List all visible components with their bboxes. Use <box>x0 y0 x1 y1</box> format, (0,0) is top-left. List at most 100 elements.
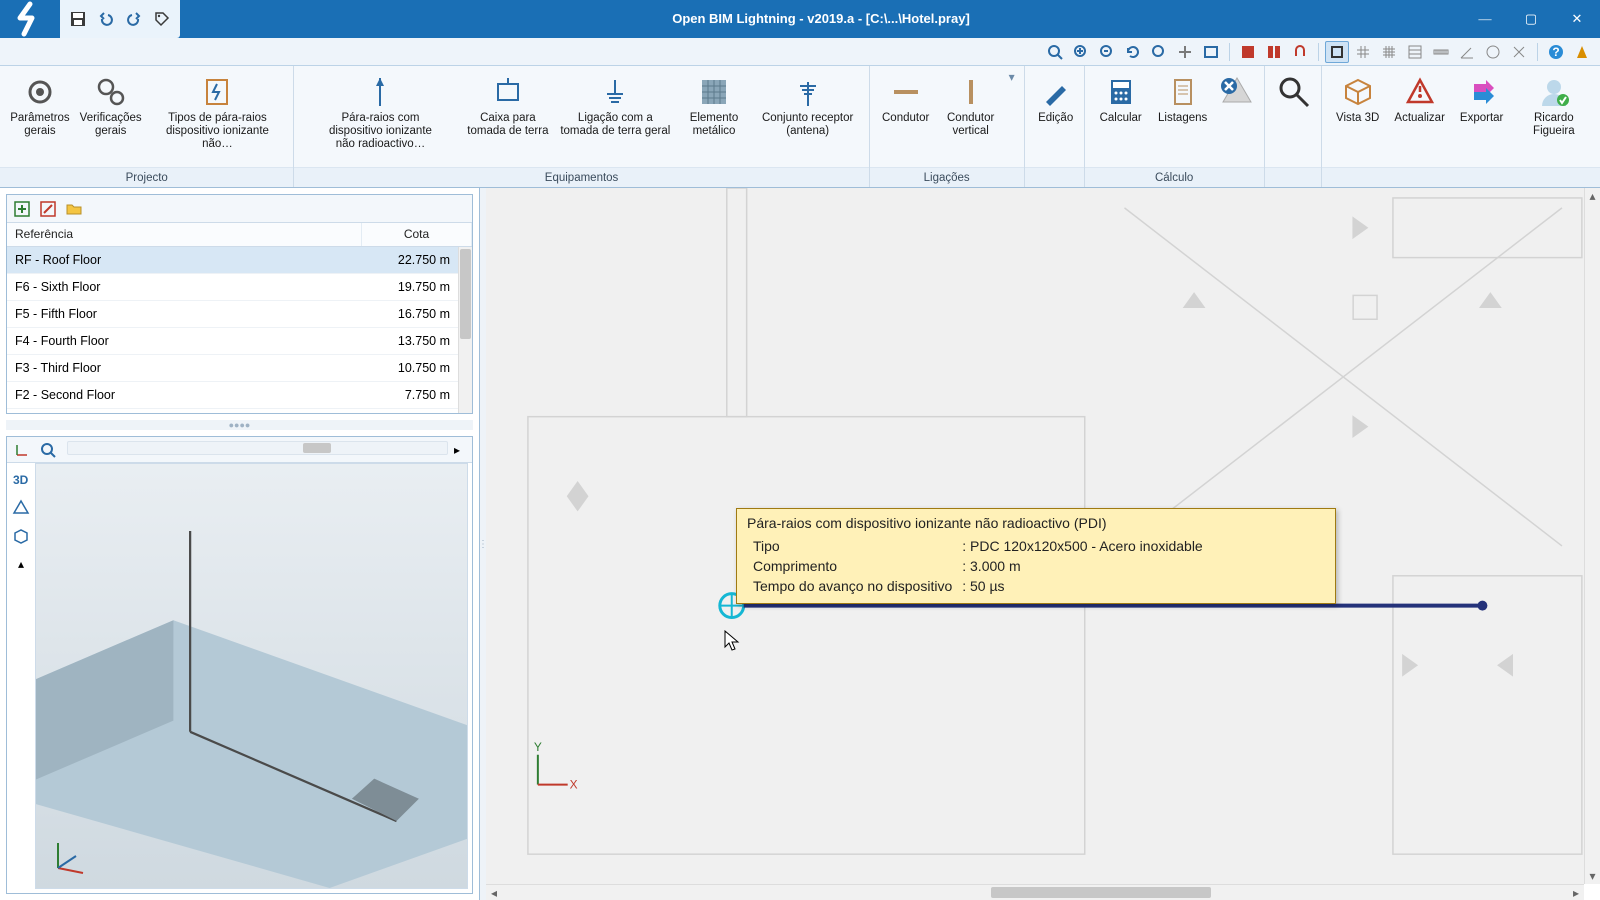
scroll-down-icon[interactable]: ▾ <box>1585 868 1600 884</box>
axis-icon[interactable] <box>11 439 33 461</box>
add-icon[interactable] <box>11 198 33 220</box>
save-icon[interactable] <box>66 7 90 31</box>
main-area: Referência Cota RF - Roof Floor22.750 mF… <box>0 188 1600 900</box>
ribbon-group-label: Projecto <box>0 167 293 187</box>
scroll-left-icon[interactable]: ◂ <box>486 885 502 900</box>
caixa-terra-button[interactable]: Caixa para tomada de terra <box>462 70 553 142</box>
pan-icon[interactable] <box>1173 41 1197 63</box>
warning-refresh-icon <box>1402 74 1438 110</box>
info-icon[interactable] <box>1570 41 1594 63</box>
antena-button[interactable]: Conjunto receptor (antena) <box>753 70 863 142</box>
ligacao-terra-button[interactable]: Ligação com a tomada de terra geral <box>555 70 675 142</box>
help-icon[interactable]: ? <box>1544 41 1568 63</box>
persp-icon[interactable] <box>10 497 32 519</box>
layers-icon[interactable] <box>1236 41 1260 63</box>
row-cota: 19.750 m <box>348 280 458 294</box>
row-cota: 16.750 m <box>348 307 458 321</box>
element-tooltip: Pára-raios com dispositivo ionizante não… <box>736 508 1336 604</box>
zoom-window-icon[interactable] <box>1069 41 1093 63</box>
lightning-rod-icon <box>362 74 398 110</box>
listagens-button[interactable]: Listagens <box>1153 70 1213 129</box>
grid2-icon[interactable] <box>1377 41 1401 63</box>
folder-icon[interactable] <box>63 198 85 220</box>
row-ref: F3 - Third Floor <box>7 361 348 375</box>
table-row[interactable]: F4 - Fourth Floor13.750 m <box>7 328 458 355</box>
zoom-fit-icon[interactable] <box>1043 41 1067 63</box>
undo-icon[interactable] <box>94 7 118 31</box>
layers2-icon[interactable] <box>1262 41 1286 63</box>
view-square-icon[interactable] <box>1325 41 1349 63</box>
col-header-cota[interactable]: Cota <box>362 223 472 246</box>
row-cota: 22.750 m <box>348 253 458 267</box>
preview-3d-view[interactable] <box>35 463 468 889</box>
zoom-in-icon[interactable] <box>1095 41 1119 63</box>
ribbon-group-label: Ligações <box>870 167 1024 187</box>
actualizar-button[interactable]: Actualizar <box>1390 70 1450 129</box>
condutor-vertical-button[interactable]: Condutor vertical <box>938 70 1004 142</box>
table-row[interactable]: RF - Roof Floor22.750 m <box>7 247 458 274</box>
window-icon[interactable] <box>1199 41 1223 63</box>
left-pane: Referência Cota RF - Roof Floor22.750 mF… <box>0 188 480 900</box>
tools-icon[interactable] <box>1507 41 1531 63</box>
angle-icon[interactable] <box>1455 41 1479 63</box>
close-button[interactable]: ✕ <box>1554 0 1600 38</box>
tag-icon[interactable] <box>150 7 174 31</box>
box-icon[interactable] <box>10 525 32 547</box>
edit-icon[interactable] <box>37 198 59 220</box>
table-row[interactable]: F3 - Third Floor10.750 m <box>7 355 458 382</box>
search-button[interactable] <box>1271 70 1317 116</box>
window-title: Open BIM Lightning - v2019.a - [C:\...\H… <box>180 0 1462 38</box>
pararaios-pdi-button[interactable]: Pára-raios com dispositivo ionizante não… <box>300 70 460 155</box>
ground-box-icon <box>490 74 526 110</box>
user-button[interactable]: Ricardo Figueira <box>1514 70 1594 142</box>
table-row[interactable]: F5 - Fifth Floor16.750 m <box>7 301 458 328</box>
tipos-pararaios-button[interactable]: Tipos de pára-raios dispositivo ionizant… <box>147 70 287 155</box>
magnifier-icon <box>1276 74 1312 110</box>
canvas-hscroll[interactable]: ◂ ▸ <box>486 884 1584 900</box>
next-icon[interactable]: ▸ <box>446 439 468 461</box>
ruler-icon[interactable] <box>1429 41 1453 63</box>
table-scrollbar[interactable] <box>458 247 472 413</box>
refresh-icon[interactable] <box>1121 41 1145 63</box>
row-cota: 13.750 m <box>348 334 458 348</box>
exportar-button[interactable]: Exportar <box>1452 70 1512 129</box>
pencil-icon <box>1038 74 1074 110</box>
vista-3d-button[interactable]: Vista 3D <box>1328 70 1388 129</box>
calcular-button[interactable]: Calcular <box>1091 70 1151 129</box>
metal-icon <box>696 74 732 110</box>
horizontal-splitter[interactable]: ●●●● <box>6 420 473 430</box>
row-ref: F5 - Fifth Floor <box>7 307 348 321</box>
cube-icon <box>1340 74 1376 110</box>
row-ref: F2 - Second Floor <box>7 388 348 402</box>
maximize-button[interactable]: ▢ <box>1508 0 1554 38</box>
scroll-right-icon[interactable]: ▸ <box>1568 885 1584 900</box>
ribbon-group-equipamentos: Pára-raios com dispositivo ionizante não… <box>294 66 869 187</box>
elemento-metalico-button[interactable]: Elemento metálico <box>677 70 750 142</box>
zoom-preview-icon[interactable] <box>37 439 59 461</box>
preview-scroll[interactable] <box>67 441 448 455</box>
tooltip-title: Pára-raios com dispositivo ionizante não… <box>747 515 1325 531</box>
collapse-icon[interactable]: ▴ <box>10 553 32 575</box>
scroll-up-icon[interactable]: ▴ <box>1585 188 1600 204</box>
snap-icon[interactable] <box>1288 41 1312 63</box>
minimize-button[interactable]: — <box>1462 0 1508 38</box>
close-triangle-icon <box>1219 74 1255 110</box>
zoom-out-icon[interactable] <box>1147 41 1171 63</box>
plan-canvas[interactable]: Y X Pára-raios com dispositivo ionizante… <box>486 188 1584 884</box>
grid-icon[interactable] <box>1351 41 1375 63</box>
col-header-ref[interactable]: Referência <box>7 223 362 246</box>
table-row[interactable]: F2 - Second Floor7.750 m <box>7 382 458 409</box>
circle-icon[interactable] <box>1481 41 1505 63</box>
titlebar: Open BIM Lightning - v2019.a - [C:\...\H… <box>0 0 1600 38</box>
condutor-button[interactable]: Condutor <box>876 70 936 129</box>
verificacoes-gerais-button[interactable]: Verificações gerais <box>76 70 146 142</box>
redo-icon[interactable] <box>122 7 146 31</box>
search-cancel-button[interactable] <box>1215 70 1259 116</box>
ribbon-overflow[interactable]: ▾ <box>1006 70 1018 88</box>
table-row[interactable]: F6 - Sixth Floor19.750 m <box>7 274 458 301</box>
canvas-vscroll[interactable]: ▴ ▾ <box>1584 188 1600 884</box>
edicao-button[interactable]: Edição <box>1031 70 1081 129</box>
view3d-icon[interactable]: 3D <box>10 469 32 491</box>
grid3-icon[interactable] <box>1403 41 1427 63</box>
parametros-gerais-button[interactable]: Parâmetros gerais <box>6 70 74 142</box>
